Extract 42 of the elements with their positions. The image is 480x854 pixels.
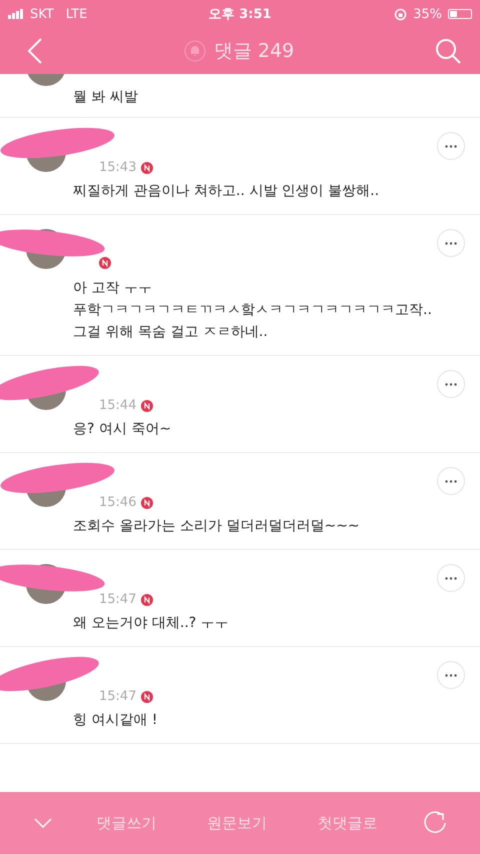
- refresh-icon[interactable]: [422, 810, 448, 836]
- more-button[interactable]: [437, 467, 465, 495]
- clock-time: 오후 3:51: [208, 6, 272, 23]
- more-button[interactable]: [437, 370, 465, 398]
- more-icon: [445, 674, 457, 676]
- more-icon: [445, 144, 457, 148]
- battery-icon: [448, 9, 472, 19]
- signal-icon: [8, 9, 24, 19]
- more-icon: [445, 480, 457, 482]
- comment-text: 그걸 위해 목숨 걸고 ㅈㄹ하네..: [73, 323, 269, 342]
- back-icon[interactable]: [26, 37, 44, 65]
- bottom-bar-button[interactable]: 첫댓글로: [312, 808, 384, 838]
- carrier-label: SKT: [30, 6, 54, 22]
- comment-text: 아 고작 ㅜㅜ: [73, 279, 153, 298]
- comment-text: 찌질하게 관음이나 쳐하고.. 시발 인생이 불쌍해..: [73, 182, 380, 201]
- more-icon: [445, 242, 457, 244]
- comment-text: 응? 여시 죽어~: [73, 420, 172, 439]
- bottom-bar-button[interactable]: 원문보기: [201, 808, 273, 838]
- bottom-bar-button[interactable]: 댓글쓰기: [90, 808, 162, 838]
- more-button[interactable]: [437, 132, 465, 160]
- battery-percent: 35%: [413, 6, 442, 22]
- comment-time: 15:47: [99, 689, 136, 704]
- bell-icon[interactable]: [184, 40, 206, 62]
- comment-text: 힝 여시같애 !: [73, 711, 159, 730]
- more-icon: [445, 382, 457, 386]
- more-button[interactable]: [437, 229, 465, 257]
- more-button[interactable]: [437, 661, 465, 689]
- comment-text: 조회수 올라가는 소리가 덜더러덜더러덜~~~: [73, 517, 361, 536]
- more-icon: [445, 576, 457, 580]
- comment-time: 15:46: [99, 495, 136, 510]
- comment-time: 15:47: [99, 592, 136, 607]
- page-title: 댓글 249: [214, 39, 294, 64]
- comment-time: 15:43: [99, 160, 136, 175]
- comment-text: 뭘 봐 씨발: [73, 88, 139, 107]
- comment-text: 푸학ㄱㅋㄱㅋㄱㅋㅌㄲㅋㅅ핰ㅅㅋㄱㅋㄱㅋㄱㅋㄱㅋ고작..: [73, 301, 433, 320]
- search-icon[interactable]: [434, 37, 462, 65]
- chevron-down-icon[interactable]: [34, 818, 52, 828]
- more-button[interactable]: [437, 564, 465, 592]
- rotation-lock-icon: [394, 8, 408, 20]
- network-label: LTE: [66, 6, 88, 22]
- comment-text: 왜 오는거야 대체..? ㅜㅜ: [73, 614, 230, 633]
- comment-time: 15:44: [99, 398, 136, 413]
